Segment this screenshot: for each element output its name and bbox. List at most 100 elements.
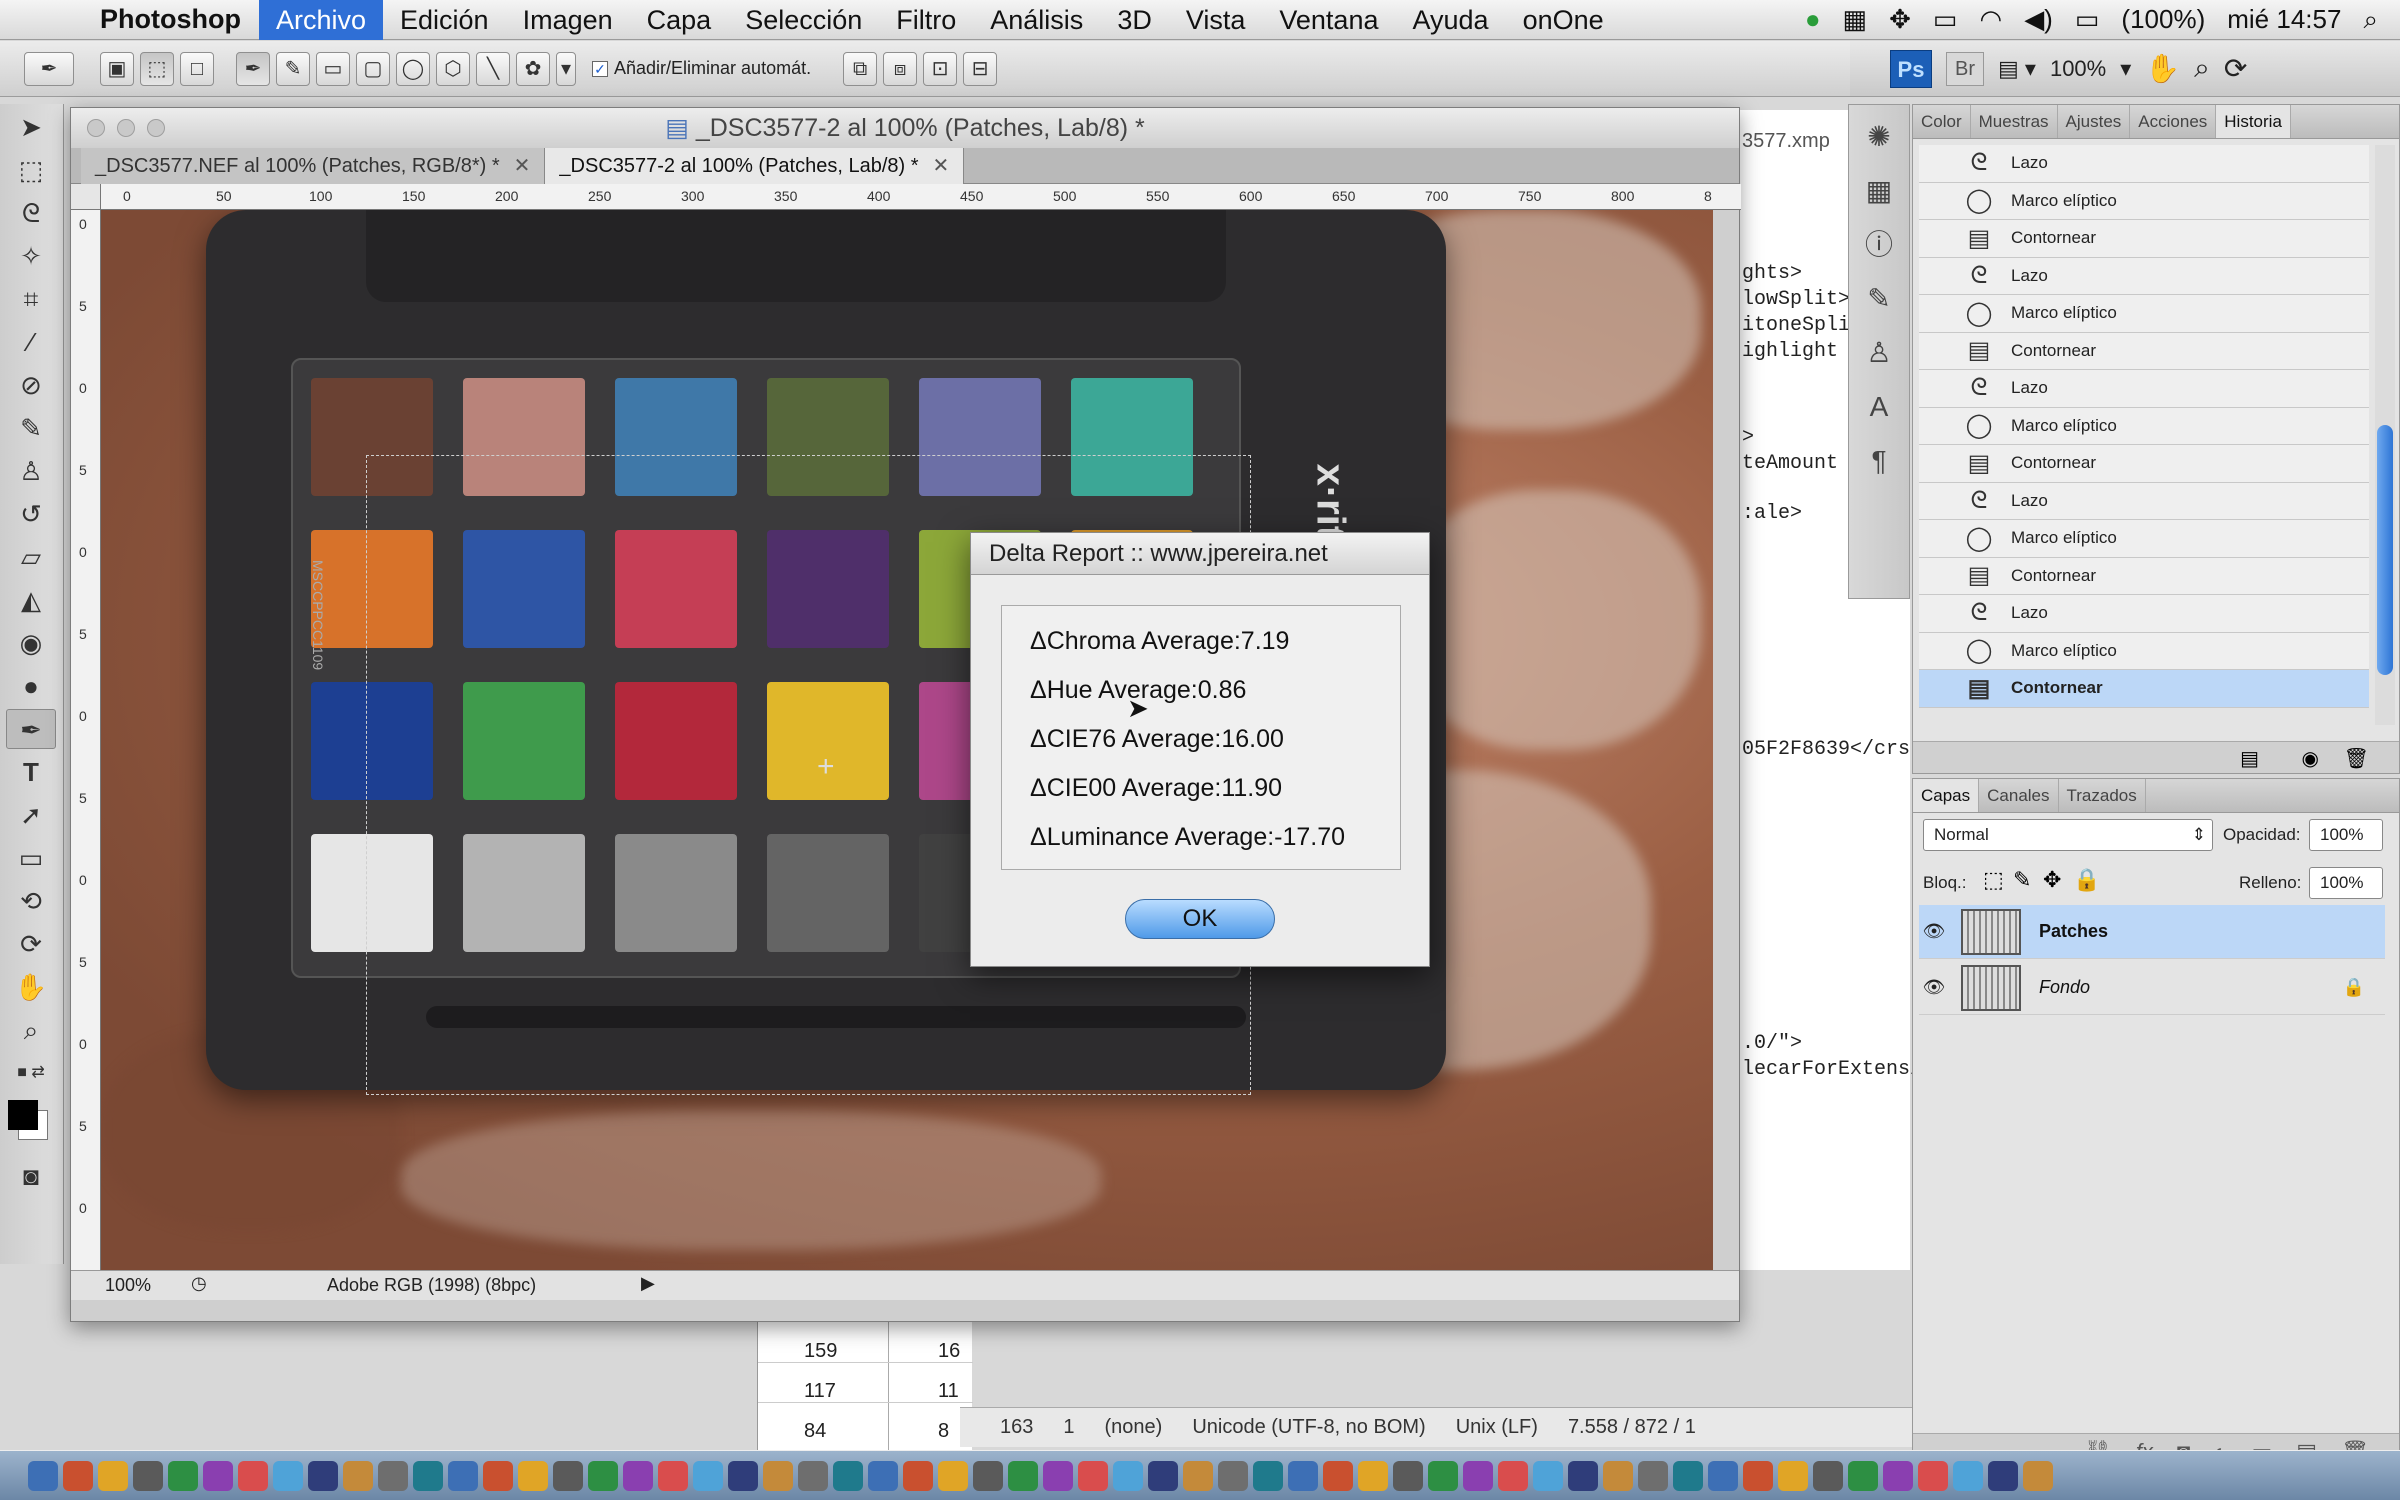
history-state-row[interactable]: ◯ Marco elíptico [1919,407,2369,445]
hand-tool-icon[interactable]: ✋ [6,967,56,1007]
dock-app-icon[interactable] [1778,1460,1808,1491]
dock-app-icon[interactable] [1603,1460,1633,1491]
tab-ajustes[interactable]: Ajustes [2058,105,2131,138]
ps-badge[interactable]: Ps [1890,49,1932,88]
path-exclude-icon[interactable]: ⊟ [963,51,998,86]
dock-app-icon[interactable] [623,1460,653,1491]
quick-mask-icon[interactable]: ◙ [6,1156,56,1196]
new-document-from-state-icon[interactable]: ▤ [2240,746,2259,771]
ellipse-icon[interactable]: ◯ [396,51,430,86]
path-add-icon[interactable]: ⧉ [843,51,878,86]
dock-app-icon[interactable] [308,1460,338,1491]
history-state-row[interactable]: ◯ Marco elíptico [1919,632,2369,670]
tab-acciones[interactable]: Acciones [2130,105,2217,138]
zoom-tool-icon[interactable]: ⌕ [6,1010,56,1050]
freeform-pen-icon[interactable]: ✎ [276,51,310,86]
dock-app-icon[interactable] [658,1460,688,1491]
dock-app-icon[interactable] [483,1460,513,1491]
history-scrollbar-thumb[interactable] [2377,425,2393,675]
dock-app-icon[interactable] [203,1460,233,1491]
dock-app-icon[interactable] [833,1460,863,1491]
visibility-eye-icon[interactable]: 👁 [1919,921,1949,942]
view-extras-icon[interactable]: ▤ ▾ [1998,56,2036,82]
dock-app-icon[interactable] [938,1460,968,1491]
info-icon[interactable]: ⓘ [1854,223,1904,267]
dock-app-icon[interactable] [1533,1460,1563,1491]
menu-seleccion[interactable]: Selección [728,0,879,40]
battery-icon[interactable]: ▭ [2075,4,2100,35]
dock-app-icon[interactable] [413,1460,443,1491]
dock-app-icon[interactable] [448,1460,478,1491]
zoom-level-select[interactable]: 100% [2050,56,2106,82]
status-zoom-field[interactable]: 100% [105,1275,151,1296]
display-icon[interactable]: ▭ [1933,4,1958,35]
layer-row[interactable]: 👁 Patches [1919,905,2385,959]
eraser-tool-icon[interactable]: ▱ [6,537,56,577]
status-menu-arrow-icon[interactable]: ▶ [641,1273,655,1294]
blend-mode-select[interactable]: Normal ⇕ [1923,819,2213,851]
history-state-row[interactable]: ▤ Contornear [1919,670,2369,708]
path-subtract-icon[interactable]: ⧈ [883,51,918,86]
navigator-icon[interactable]: ✺ [1854,115,1904,159]
dialog-title[interactable]: Delta Report :: www.jpereira.net [971,533,1429,575]
ruler-origin[interactable] [71,184,101,210]
paths-icon[interactable]: ⬚ [140,51,174,86]
bridge-badge[interactable]: Br [1946,51,1984,86]
dock-app-icon[interactable] [1253,1460,1283,1491]
tab-capas[interactable]: Capas [1913,779,1980,812]
tab-historia[interactable]: Historia [2216,105,2291,138]
close-window-icon[interactable] [87,119,105,137]
new-snapshot-icon[interactable]: ◉ [2302,746,2319,771]
zoom-dropdown-icon[interactable]: ▾ [2120,56,2131,82]
document-tab[interactable]: _DSC3577-2 al 100% (Patches, Lab/8) * ✕ [545,148,965,184]
menu-capa[interactable]: Capa [630,0,729,40]
dock-app-icon[interactable] [1988,1460,2018,1491]
dock-app-icon[interactable] [553,1460,583,1491]
foreground-color-swatch[interactable] [6,1096,56,1146]
dock-app-icon[interactable] [1043,1460,1073,1491]
document-title-bar[interactable]: ▤ _DSC3577-2 al 100% (Patches, Lab/8) * [71,108,1739,148]
tab-trazados[interactable]: Trazados [2059,779,2146,812]
dock-app-icon[interactable] [378,1460,408,1491]
lock-all-icon[interactable]: 🔒 [2073,867,2100,893]
history-state-row[interactable]: ◯ Marco elíptico [1919,295,2369,333]
dock-app-icon[interactable] [1183,1460,1213,1491]
crop-tool-icon[interactable]: ⌗ [6,279,56,319]
dock-app-icon[interactable] [868,1460,898,1491]
volume-icon[interactable]: ◀) [2024,4,2053,35]
shape-layers-icon[interactable]: ▣ [100,51,134,86]
dock-app-icon[interactable] [728,1460,758,1491]
dock-app-icon[interactable] [518,1460,548,1491]
dock-app-icon[interactable] [1078,1460,1108,1491]
dock-app-icon[interactable] [1218,1460,1248,1491]
history-state-row[interactable]: ᘓ Lazo [1919,145,2369,183]
rotate-view-icon[interactable]: ⟳ [2224,52,2247,85]
dock-app-icon[interactable] [1288,1460,1318,1491]
dock-app-icon[interactable] [1743,1460,1773,1491]
pen-icon[interactable]: ✒ [236,51,270,86]
dock-app-icon[interactable] [1113,1460,1143,1491]
app-menu[interactable]: Photoshop [70,4,259,35]
move-tool-icon[interactable]: ➤ [6,107,56,147]
path-selection-tool-icon[interactable]: ➚ [6,795,56,835]
dock-app-icon[interactable] [1498,1460,1528,1491]
menu-edicion[interactable]: Edición [383,0,506,40]
paragraph-icon[interactable]: ¶ [1854,439,1904,483]
lock-transparent-icon[interactable]: ⬚ [1983,867,2004,893]
dock-app-icon[interactable] [1323,1460,1353,1491]
menu-archivo[interactable]: Archivo [258,0,384,40]
dock-app-icon[interactable] [1673,1460,1703,1491]
dock-app-icon[interactable] [1638,1460,1668,1491]
type-tool-icon[interactable]: T [6,752,56,792]
dock-app-icon[interactable] [1848,1460,1878,1491]
menu-imagen[interactable]: Imagen [506,0,630,40]
auto-add-delete-checkbox[interactable]: ✓ Añadir/Eliminar automát. [592,58,811,79]
dock-app-icon[interactable] [1813,1460,1843,1491]
eyedropper-tool-icon[interactable]: ⁄ [6,322,56,362]
histogram-icon[interactable]: ▦ [1854,169,1904,213]
status-info-icon[interactable]: ◷ [191,1273,207,1294]
clone-stamp-tool-icon[interactable]: ♙ [6,451,56,491]
history-state-row[interactable]: ᘓ Lazo [1919,595,2369,633]
dock-app-icon[interactable] [1428,1460,1458,1491]
dock-app-icon[interactable] [1918,1460,1948,1491]
